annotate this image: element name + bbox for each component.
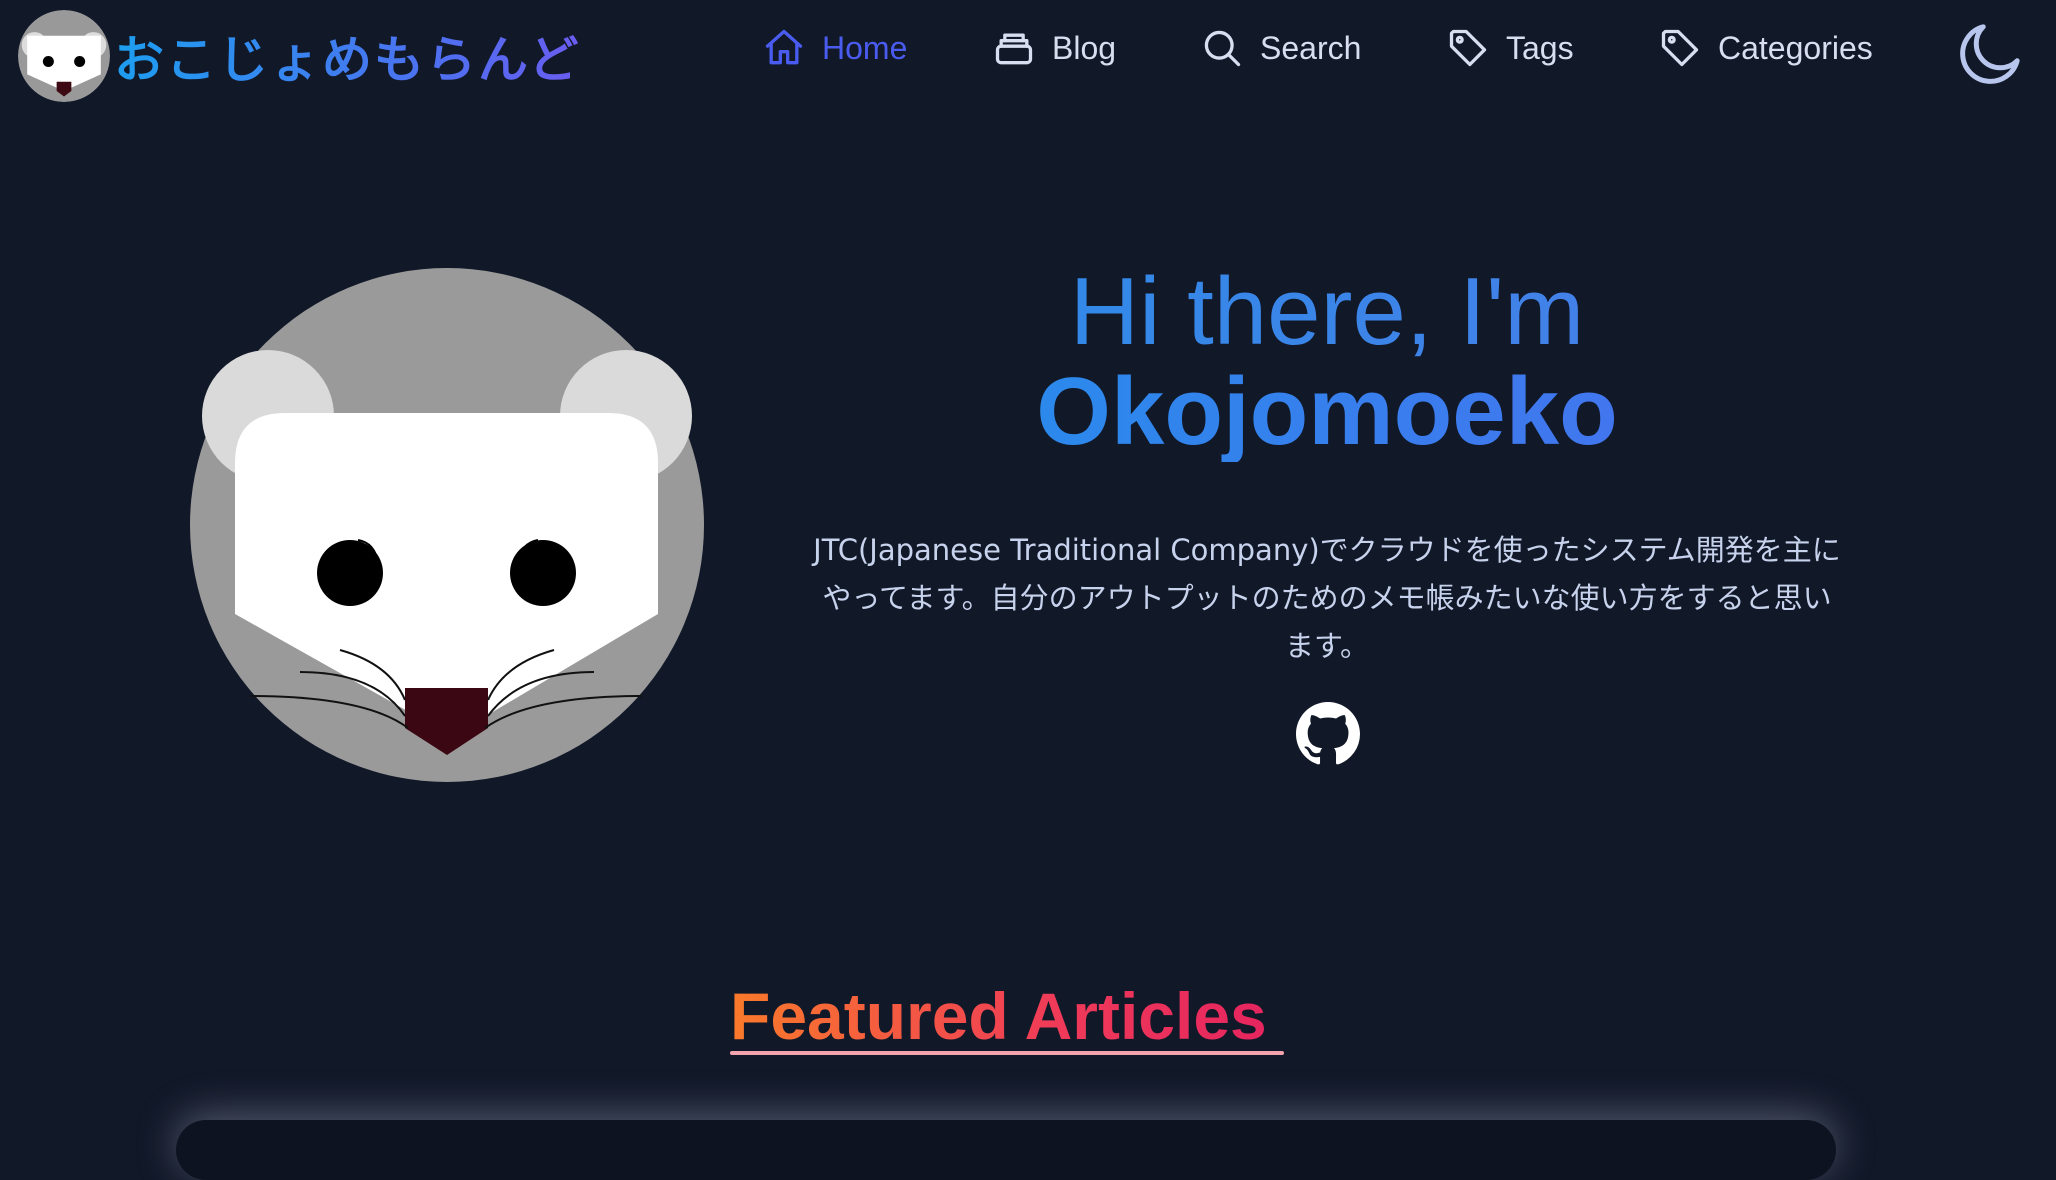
- nav-categories[interactable]: Categories: [1658, 26, 1873, 70]
- home-icon: [765, 29, 803, 65]
- nav-blog-label: Blog: [1052, 29, 1117, 66]
- tag-icon: [1449, 29, 1487, 67]
- nav-home-label: Home: [822, 29, 908, 66]
- hero-name: Okojomoeko: [820, 362, 1834, 462]
- okojo-avatar-image: [190, 268, 704, 782]
- hero-heading: Hi there, I'm Okojomoeko: [820, 262, 1834, 462]
- nav-blog[interactable]: Blog: [992, 26, 1116, 70]
- nav-home[interactable]: Home: [762, 26, 907, 70]
- tag-icon: [1661, 29, 1699, 67]
- nav-search[interactable]: Search: [1200, 26, 1361, 70]
- featured-article-card[interactable]: [176, 1120, 1836, 1180]
- featured-title-underline: [730, 1051, 1284, 1055]
- nav-categories-label: Categories: [1718, 29, 1873, 66]
- hero-greeting: Hi there, I'm: [820, 262, 1834, 362]
- site-title: おこじょめもらんど: [114, 20, 581, 92]
- github-link[interactable]: [1296, 702, 1360, 766]
- featured-articles-title: Featured Articles: [730, 974, 1267, 1058]
- okojo-avatar-icon: [18, 10, 110, 102]
- hero-bio: JTC(Japanese Traditional Company)でクラウドを使…: [813, 533, 1841, 663]
- moon-icon[interactable]: [1954, 16, 2028, 90]
- search-icon: [1204, 30, 1241, 67]
- nav-tags[interactable]: Tags: [1446, 26, 1574, 70]
- github-icon: [1296, 702, 1360, 765]
- blog-stack-icon: [995, 33, 1033, 65]
- site-header: おこじょめもらんど Home Blog Search Tags Categori…: [0, 0, 2056, 110]
- nav-search-label: Search: [1260, 29, 1362, 66]
- nav-tags-label: Tags: [1506, 29, 1574, 66]
- site-brand-link[interactable]: おこじょめもらんど: [18, 10, 581, 102]
